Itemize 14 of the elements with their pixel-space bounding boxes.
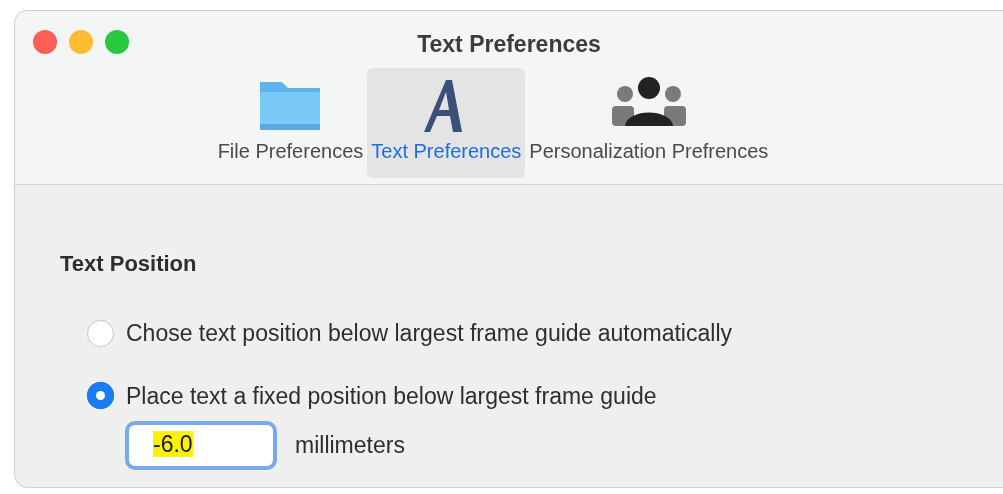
unit-label: millimeters xyxy=(295,431,405,461)
radio-button[interactable] xyxy=(87,319,114,347)
option-label: Chose text position below largest frame guide automatically xyxy=(126,319,732,348)
window-title: Text Preferences xyxy=(417,31,601,57)
preference-tab[interactable]: File Preferences xyxy=(213,67,368,178)
preference-tab[interactable]: Text Preferences xyxy=(367,67,526,178)
close-button[interactable] xyxy=(33,30,57,54)
option-label: Place text a fixed position below largest frame guide xyxy=(126,381,657,411)
minimize-button[interactable] xyxy=(69,30,93,54)
input-field[interactable]: -6.0 xyxy=(125,421,277,470)
zoom-button[interactable] xyxy=(105,30,129,54)
radio-button[interactable] xyxy=(87,382,114,410)
preference-tab[interactable]: Personalization Prefrences xyxy=(525,67,773,178)
section-title: Text Position xyxy=(60,251,197,276)
